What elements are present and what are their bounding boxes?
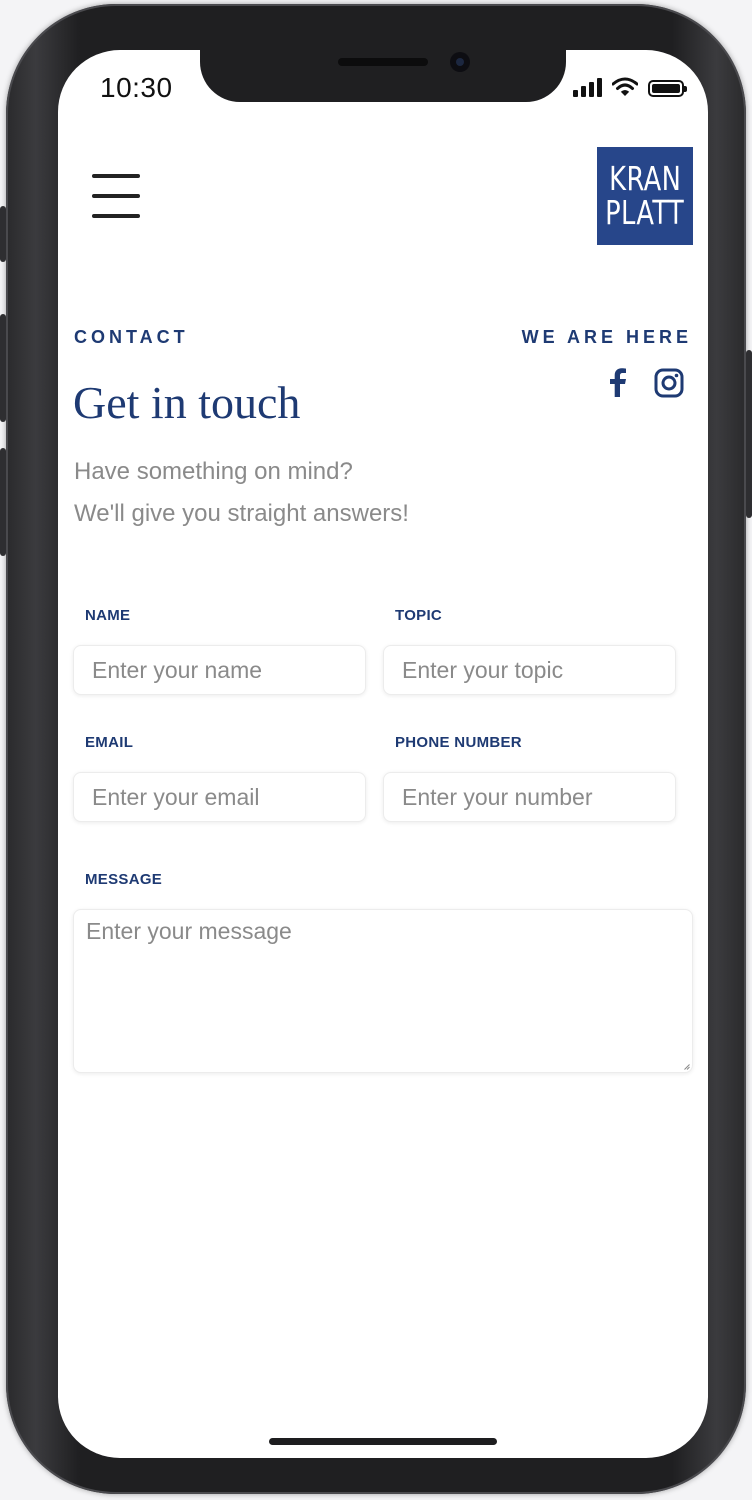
- message-textarea[interactable]: [73, 909, 693, 1073]
- status-icons: [573, 77, 687, 97]
- phone-label: PHONE NUMBER: [395, 734, 522, 751]
- resize-grip-icon[interactable]: [684, 1064, 690, 1070]
- signal-icon: [573, 77, 602, 97]
- silent-switch: [0, 206, 6, 262]
- volume-up-button: [0, 314, 6, 422]
- battery-icon: [648, 80, 687, 97]
- topic-label: TOPIC: [395, 607, 443, 624]
- brand-logo[interactable]: KRAN PLATT: [597, 147, 693, 245]
- subtitle-line-1: Have something on mind?: [74, 458, 353, 485]
- screen: 10:30 KRAN PLATT CONTACT WE ARE HERE Get…: [58, 50, 708, 1458]
- speaker-grille: [338, 58, 428, 66]
- social-links: [606, 368, 684, 398]
- topic-input[interactable]: [383, 645, 676, 695]
- social-heading: WE ARE HERE: [521, 327, 692, 347]
- volume-down-button: [0, 448, 6, 556]
- email-label: EMAIL: [85, 734, 134, 751]
- front-camera: [450, 52, 470, 72]
- contact-eyebrow: CONTACT: [74, 327, 189, 347]
- logo-line-2: PLATT: [605, 193, 685, 232]
- message-label: MESSAGE: [85, 871, 163, 888]
- hamburger-menu-icon[interactable]: [92, 174, 140, 218]
- phone-input[interactable]: [383, 772, 676, 822]
- facebook-icon[interactable]: [606, 368, 628, 398]
- email-input[interactable]: [73, 772, 366, 822]
- name-input[interactable]: [73, 645, 366, 695]
- phone-frame: 10:30 KRAN PLATT CONTACT WE ARE HERE Get…: [0, 4, 752, 1494]
- status-time: 10:30: [100, 72, 173, 103]
- wifi-icon: [612, 77, 638, 96]
- subtitle-line-2: We'll give you straight answers!: [74, 500, 409, 527]
- logo-line-1: KRAN: [608, 159, 682, 198]
- page-title: Get in touch: [73, 377, 301, 428]
- home-indicator[interactable]: [269, 1438, 497, 1445]
- name-label: NAME: [85, 607, 131, 624]
- power-button: [746, 350, 752, 518]
- notch: [200, 50, 566, 102]
- instagram-icon[interactable]: [654, 368, 684, 398]
